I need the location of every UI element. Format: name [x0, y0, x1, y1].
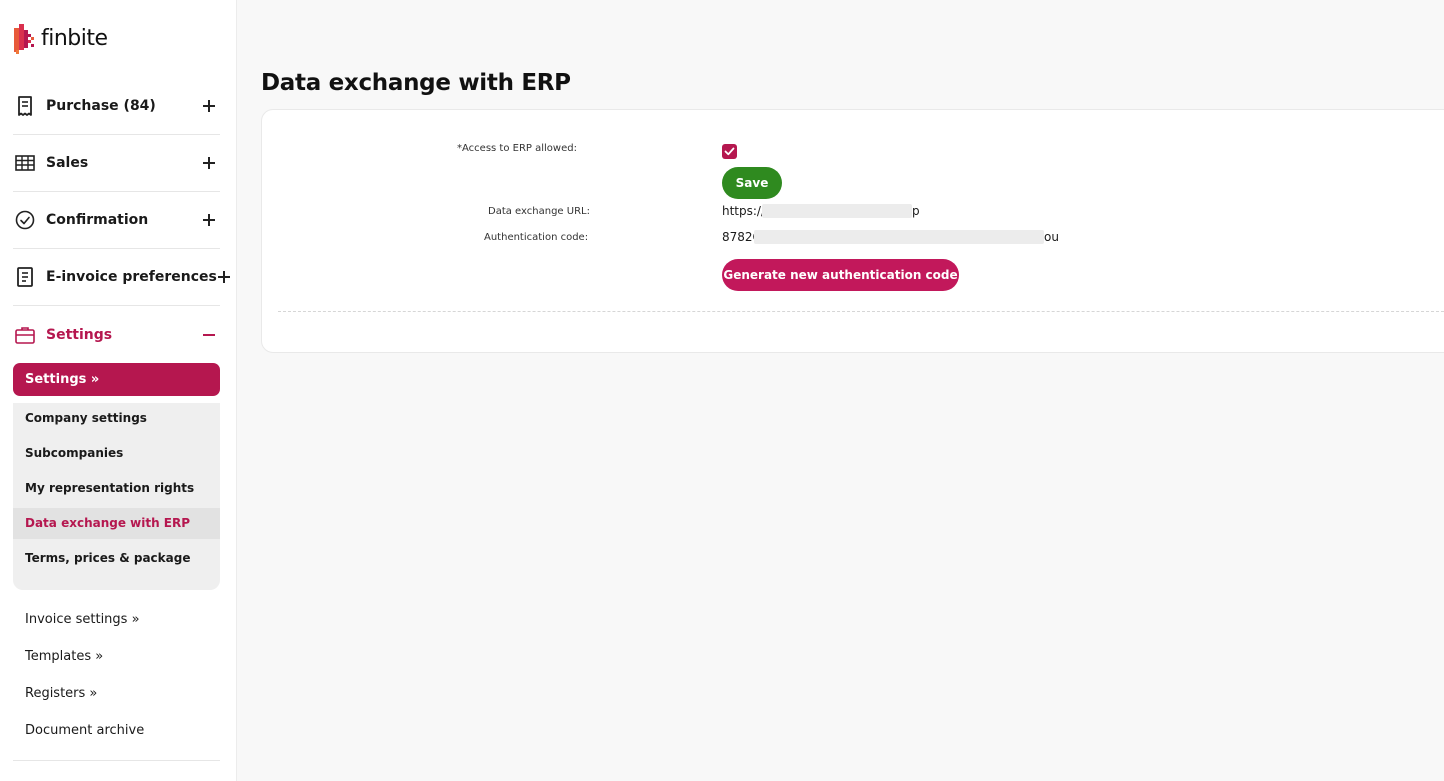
submenu-item-representation-rights[interactable]: My representation rights	[13, 473, 220, 504]
table-icon	[15, 155, 35, 171]
authentication-code-label: Authentication code:	[484, 232, 589, 243]
settings-submenu-header[interactable]: Settings »	[13, 363, 220, 396]
expand-plus-icon[interactable]	[202, 156, 216, 170]
nav-section-confirmation[interactable]: Confirmation	[13, 192, 220, 249]
save-button[interactable]: Save	[722, 167, 782, 199]
data-exchange-url-suffix: p	[912, 204, 920, 218]
nav-section-label: Confirmation	[46, 212, 149, 228]
expand-plus-icon[interactable]	[202, 99, 216, 113]
submenu-item-company-settings[interactable]: Company settings	[13, 403, 220, 434]
access-erp-label: *Access to ERP allowed:	[457, 143, 577, 154]
finbite-logo-icon	[14, 24, 34, 54]
collapse-minus-icon[interactable]	[202, 328, 216, 342]
nav-section-label: Sales	[46, 155, 89, 171]
finbite-logo[interactable]: finbite	[12, 22, 108, 56]
divider	[13, 760, 220, 761]
access-erp-checkbox[interactable]	[722, 144, 737, 159]
checkmark-icon	[724, 147, 735, 156]
nav-section-purchase[interactable]: Purchase (84)	[13, 78, 220, 135]
brand-name: finbite	[41, 26, 108, 51]
submenu-item-data-exchange-erp[interactable]: Data exchange with ERP	[13, 508, 220, 539]
page-title: Data exchange with ERP	[261, 70, 571, 96]
nav-section-sales[interactable]: Sales	[13, 135, 220, 192]
nav-section-settings[interactable]: Settings	[13, 306, 220, 363]
document-icon	[17, 267, 33, 287]
nav-section-e-invoice-preferences[interactable]: E-invoice preferences	[13, 249, 230, 306]
link-invoice-settings[interactable]: Invoice settings »	[25, 612, 140, 627]
expand-plus-icon[interactable]	[217, 270, 231, 284]
redacted-url	[762, 204, 912, 218]
section-divider	[278, 311, 1444, 312]
nav-section-label: Purchase (84)	[46, 98, 156, 114]
submenu-item-terms-prices-package[interactable]: Terms, prices & package	[13, 543, 220, 574]
link-templates[interactable]: Templates »	[25, 649, 103, 664]
redacted-auth-code	[754, 230, 1044, 244]
nav-section-label: Settings	[46, 326, 113, 343]
briefcase-icon	[15, 326, 35, 344]
authentication-code-suffix: ou	[1044, 230, 1059, 244]
data-exchange-url-label: Data exchange URL:	[488, 206, 590, 217]
expand-plus-icon[interactable]	[202, 213, 216, 227]
nav-section-label: E-invoice preferences	[46, 269, 217, 285]
link-registers[interactable]: Registers »	[25, 686, 97, 701]
receipt-icon	[18, 96, 32, 116]
generate-auth-code-button[interactable]: Generate new authentication code	[722, 259, 959, 291]
settings-submenu: Company settings Subcompanies My represe…	[13, 403, 220, 590]
link-document-archive[interactable]: Document archive	[25, 723, 144, 738]
check-circle-icon	[15, 210, 35, 230]
data-exchange-url-prefix: https://	[722, 204, 766, 218]
submenu-item-subcompanies[interactable]: Subcompanies	[13, 438, 220, 469]
sidebar: finbite Purchase (84) Sales Confirmation	[0, 0, 237, 781]
